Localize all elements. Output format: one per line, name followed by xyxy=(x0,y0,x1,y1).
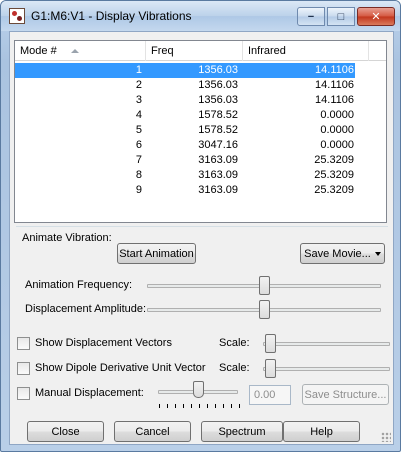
vectors-scale-label: Scale: xyxy=(219,337,250,349)
save-movie-label: Save Movie... xyxy=(304,247,371,260)
dipole-scale-slider[interactable] xyxy=(265,359,276,378)
mode-number-cell: 4 xyxy=(135,109,142,121)
infrared-cell: 14.1106 xyxy=(315,94,354,106)
show-dipole-vector-label: Show Dipole Derivative Unit Vector xyxy=(35,362,206,374)
maximize-button[interactable]: □ xyxy=(327,7,355,26)
close-window-button[interactable]: ✕ xyxy=(357,7,395,26)
manual-displacement-checkbox[interactable] xyxy=(17,387,30,400)
tick-mark xyxy=(191,404,192,408)
close-button[interactable]: Close xyxy=(27,421,104,442)
mode-number-cell: 7 xyxy=(135,154,142,166)
infrared-cell: 25.3209 xyxy=(314,154,354,166)
animate-vibration-label: Animate Vibration: xyxy=(22,232,112,244)
column-header-label: Mode # xyxy=(20,45,57,57)
frequency-cell: 3047.16 xyxy=(198,139,238,151)
table-row[interactable]: 6 3047.16 0.0000 xyxy=(15,138,355,153)
mode-number-cell: 1 xyxy=(135,64,142,76)
start-animation-button[interactable]: Start Animation xyxy=(117,243,196,264)
resize-grip-icon[interactable] xyxy=(381,432,391,442)
tick-mark xyxy=(159,404,160,408)
tick-mark xyxy=(199,404,200,408)
tick-mark xyxy=(215,404,216,408)
infrared-cell: 25.3209 xyxy=(314,184,354,196)
frequency-cell: 1356.03 xyxy=(198,79,238,91)
vectors-scale-slider[interactable] xyxy=(265,334,276,353)
table-row[interactable]: 5 1578.52 0.0000 xyxy=(15,123,355,138)
mode-number-cell: 2 xyxy=(135,79,142,91)
tick-mark xyxy=(183,404,184,408)
tick-mark xyxy=(167,404,168,408)
frequency-cell: 3163.09 xyxy=(198,154,238,166)
dialog-window: G1:M6:V1 - Display Vibrations − □ ✕ Mode… xyxy=(0,0,401,452)
manual-displacement-slider[interactable] xyxy=(193,381,204,398)
frequency-cell: 1578.52 xyxy=(198,124,238,136)
show-displacement-vectors-label: Show Displacement Vectors xyxy=(35,337,172,349)
app-icon[interactable] xyxy=(9,8,25,24)
dialog-client-area: Mode # Freq Infrared 1 1356.03 14.1106 2 135… xyxy=(9,31,394,445)
infrared-cell: 14.1106 xyxy=(315,64,354,76)
mode-number-cell: 6 xyxy=(135,139,142,151)
save-movie-button[interactable]: Save Movie... xyxy=(300,243,385,264)
tick-mark xyxy=(175,404,176,408)
column-header-label: Freq xyxy=(151,45,174,57)
vectors-scale-track[interactable] xyxy=(263,342,390,346)
table-row[interactable]: 3 1356.03 14.1106 xyxy=(15,93,355,108)
infrared-cell: 0.0000 xyxy=(320,139,354,151)
table-row[interactable]: 8 3163.09 25.3209 xyxy=(15,168,355,183)
minimize-button[interactable]: − xyxy=(297,7,325,26)
infrared-cell: 25.3209 xyxy=(314,169,354,181)
table-header: Mode # Freq Infrared xyxy=(15,41,386,61)
help-button[interactable]: Help xyxy=(283,421,360,442)
mode-number-cell: 5 xyxy=(135,124,142,136)
frequency-cell: 1356.03 xyxy=(198,94,238,106)
dipole-scale-label: Scale: xyxy=(219,362,250,374)
tick-mark xyxy=(223,404,224,408)
tick-mark xyxy=(207,404,208,408)
group-separator xyxy=(16,226,388,227)
column-header-mode[interactable]: Mode # xyxy=(15,41,146,61)
column-header-freq[interactable]: Freq xyxy=(146,41,243,61)
save-structure-button[interactable]: Save Structure... xyxy=(302,384,389,405)
table-row[interactable]: 2 1356.03 14.1106 xyxy=(15,78,355,93)
cancel-button[interactable]: Cancel xyxy=(114,421,191,442)
frequency-cell: 1578.52 xyxy=(198,109,238,121)
vibration-modes-table[interactable]: Mode # Freq Infrared 1 1356.03 14.1106 2 135… xyxy=(14,40,387,223)
column-header-label: Infrared xyxy=(248,45,286,57)
title-bar[interactable]: G1:M6:V1 - Display Vibrations − □ ✕ xyxy=(1,1,400,31)
displacement-amplitude-label: Displacement Amplitude: xyxy=(25,303,147,315)
table-row[interactable]: 4 1578.52 0.0000 xyxy=(15,108,355,123)
column-header-infrared[interactable]: Infrared xyxy=(243,41,369,61)
displacement-amplitude-slider[interactable] xyxy=(258,300,270,319)
frequency-cell: 1356.03 xyxy=(198,64,238,76)
manual-displacement-ticks xyxy=(159,404,240,408)
window-title: G1:M6:V1 - Display Vibrations xyxy=(31,9,192,23)
animation-frequency-slider[interactable] xyxy=(258,276,270,295)
show-dipole-vector-checkbox[interactable] xyxy=(17,362,30,375)
frequency-cell: 3163.09 xyxy=(198,169,238,181)
mode-number-cell: 9 xyxy=(135,184,142,196)
manual-displacement-label: Manual Displacement: xyxy=(35,387,144,399)
show-displacement-vectors-checkbox[interactable] xyxy=(17,337,30,350)
mode-number-cell: 8 xyxy=(135,169,142,181)
infrared-cell: 0.0000 xyxy=(320,109,354,121)
manual-displacement-value[interactable]: 0.00 xyxy=(249,385,291,405)
table-row[interactable]: 7 3163.09 25.3209 xyxy=(15,153,355,168)
sort-ascending-icon xyxy=(71,49,79,53)
tick-mark xyxy=(231,404,232,408)
tick-mark xyxy=(239,404,240,408)
table-row[interactable]: 9 3163.09 25.3209 xyxy=(15,183,355,198)
infrared-cell: 0.0000 xyxy=(320,124,354,136)
spectrum-button[interactable]: Spectrum xyxy=(201,421,283,442)
frequency-cell: 3163.09 xyxy=(198,184,238,196)
dipole-scale-track[interactable] xyxy=(263,367,390,371)
infrared-cell: 14.1106 xyxy=(315,79,354,91)
dropdown-arrow-icon xyxy=(374,251,381,256)
animation-frequency-label: Animation Frequency: xyxy=(25,279,132,291)
table-row[interactable]: 1 1356.03 14.1106 xyxy=(15,63,355,78)
mode-number-cell: 3 xyxy=(135,94,142,106)
